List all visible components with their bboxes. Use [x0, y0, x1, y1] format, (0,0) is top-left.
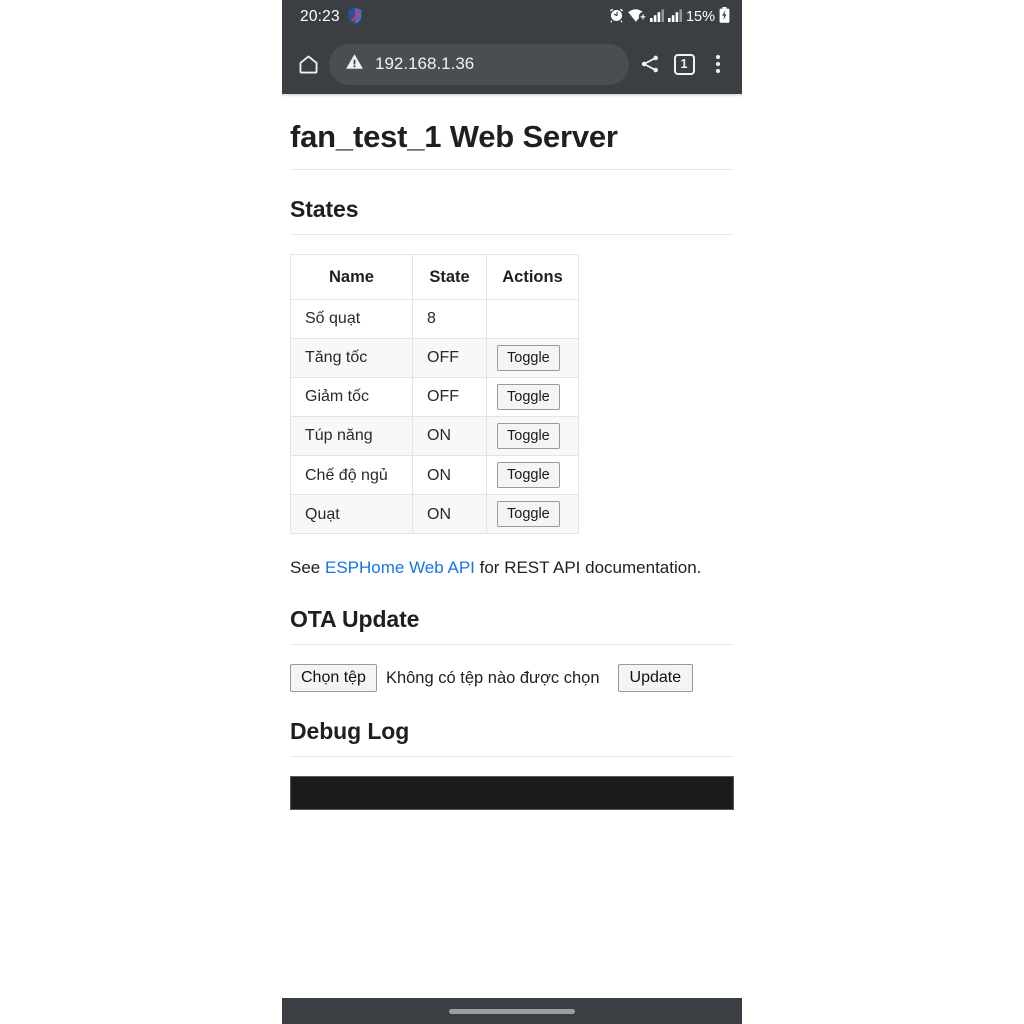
- table-row: Số quạt 8: [290, 299, 579, 339]
- gesture-pill[interactable]: [449, 1008, 575, 1014]
- cell-name: Tăng tốc: [290, 337, 413, 378]
- states-heading: States: [290, 196, 359, 222]
- toggle-button[interactable]: Toggle: [497, 344, 560, 371]
- page-content: fan_test_1 Web Server States Name State …: [290, 119, 734, 811]
- status-bar-right: 15%: [609, 7, 730, 27]
- esphome-web-api-link[interactable]: ESPHome Web API: [325, 558, 475, 577]
- update-button[interactable]: Update: [617, 664, 694, 693]
- debug-divider: [290, 756, 734, 758]
- cell-state: OFF: [412, 376, 487, 418]
- column-header-actions: Actions: [486, 253, 579, 301]
- debug-log-heading: Debug Log: [290, 718, 410, 745]
- cell-actions: Toggle: [486, 416, 579, 457]
- api-documentation-note: See ESPHome Web API for REST API documen…: [290, 556, 734, 580]
- cell-actions: Toggle: [486, 455, 579, 496]
- screenshot-canvas: 20:23 15% 192.168.1.36 1 fan_test_1 Web …: [0, 0, 1024, 1024]
- url-text[interactable]: 192.168.1.36: [375, 54, 474, 74]
- states-table: Name State Actions Số quạt 8 Tăng tốc OF…: [290, 253, 579, 535]
- url-bar[interactable]: 192.168.1.36: [329, 43, 629, 85]
- shield-icon: [347, 7, 363, 28]
- table-header-row: Name State Actions: [290, 253, 579, 301]
- cell-state: 8: [412, 299, 487, 339]
- kebab-menu-icon[interactable]: [705, 51, 731, 77]
- battery-percent-label: 15%: [685, 9, 715, 25]
- ota-heading: OTA Update: [290, 606, 420, 633]
- cell-state: ON: [412, 494, 487, 535]
- choose-file-button[interactable]: Chọn tệp: [290, 664, 377, 693]
- battery-charging-icon: [719, 7, 730, 27]
- tab-counter-button[interactable]: 1: [671, 51, 697, 77]
- table-row: Túp năng ON Toggle: [290, 416, 579, 457]
- status-bar-left: 20:23: [300, 7, 363, 28]
- page-title: fan_test_1 Web Server: [290, 119, 618, 154]
- wifi-icon: [628, 8, 646, 27]
- column-header-name: Name: [290, 253, 413, 301]
- web-page-viewport: fan_test_1 Web Server States Name State …: [282, 97, 742, 998]
- column-header-state: State: [412, 253, 487, 301]
- home-icon[interactable]: [295, 51, 321, 77]
- api-note-suffix: for REST API documentation.: [474, 558, 702, 578]
- tab-count-label[interactable]: 1: [673, 53, 695, 75]
- toggle-button[interactable]: Toggle: [497, 383, 560, 411]
- title-divider: [290, 169, 734, 170]
- status-clock: 20:23: [300, 8, 340, 25]
- cell-name: Túp năng: [290, 416, 413, 457]
- warning-triangle-icon[interactable]: [345, 52, 364, 76]
- cell-actions: [486, 299, 579, 339]
- share-icon[interactable]: [637, 51, 663, 77]
- browser-toolbar: 192.168.1.36 1: [282, 34, 742, 94]
- cell-actions: Toggle: [486, 337, 579, 378]
- cell-name: Giảm tốc: [290, 376, 413, 418]
- cell-state: ON: [412, 455, 487, 496]
- ota-divider: [290, 644, 734, 646]
- ota-upload-row: Chọn tệp Không có tệp nào được chọn Upda…: [290, 664, 734, 693]
- cell-state: OFF: [412, 337, 487, 378]
- phone-screen: 20:23 15% 192.168.1.36 1 fan_test_1 Web …: [282, 0, 742, 1024]
- toggle-button[interactable]: Toggle: [497, 423, 560, 450]
- table-row: Quạt ON Toggle: [290, 494, 579, 535]
- alarm-icon: [609, 8, 624, 27]
- android-navigation-bar: [282, 998, 742, 1024]
- signal-bars-icon: [649, 8, 664, 26]
- signal-bars-2-icon: [667, 8, 682, 26]
- cell-name: Số quạt: [290, 299, 413, 339]
- cell-actions: Toggle: [486, 494, 579, 535]
- states-table-body: Số quạt 8 Tăng tốc OFF Toggle Giảm tốc O…: [290, 299, 579, 535]
- cell-actions: Toggle: [486, 376, 579, 418]
- api-note-prefix: See: [290, 558, 325, 578]
- toggle-button[interactable]: Toggle: [497, 462, 560, 489]
- selected-file-status: Không có tệp nào được chọn: [385, 668, 600, 687]
- debug-log-console[interactable]: [290, 776, 734, 811]
- cell-state: ON: [412, 416, 487, 457]
- states-table-head: Name State Actions: [290, 253, 579, 301]
- table-row: Chế độ ngủ ON Toggle: [290, 455, 579, 496]
- table-row: Tăng tốc OFF Toggle: [290, 337, 579, 378]
- android-status-bar: 20:23 15%: [282, 0, 742, 34]
- table-row: Giảm tốc OFF Toggle: [290, 376, 579, 418]
- states-divider: [290, 234, 734, 235]
- cell-name: Chế độ ngủ: [290, 455, 413, 496]
- toggle-button[interactable]: Toggle: [497, 501, 560, 528]
- cell-name: Quạt: [290, 494, 413, 535]
